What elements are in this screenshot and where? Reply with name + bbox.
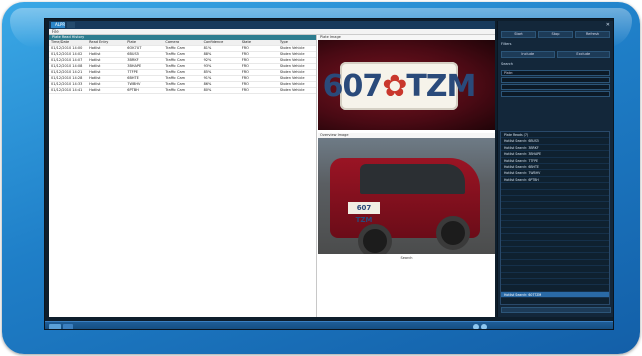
table-cell: 01/12/2010 14:33 <box>49 81 88 88</box>
overview-image: 607 TZM <box>318 138 495 254</box>
menu-item-file[interactable]: File <box>49 29 161 34</box>
table-cell: 01/12/2010 14:08 <box>49 63 88 70</box>
tray-icon[interactable] <box>481 324 487 329</box>
filters-section-label: Filters <box>501 42 512 46</box>
menu-item-4[interactable] <box>384 29 496 34</box>
desktop-screen: ALPR File Plate Read History Time/Date R… <box>44 18 614 330</box>
table-cell: Stolen Vehicle <box>277 87 316 94</box>
search-field-c[interactable] <box>501 91 610 97</box>
sidebar-title <box>498 21 613 29</box>
tab-secondary[interactable] <box>67 22 75 28</box>
start-menu-button[interactable] <box>49 324 61 329</box>
exclude-button[interactable]: Exclude <box>556 51 610 58</box>
car-rear-window <box>360 164 465 194</box>
tab-alpr[interactable]: ALPR <box>51 22 65 28</box>
plate-number: 607✿TZM <box>322 68 477 104</box>
table-cell: 01/12/2010 14:21 <box>49 69 88 76</box>
table-cell: 6PTBH <box>125 87 164 94</box>
table-cell: 01/12/2010 14:28 <box>49 75 88 82</box>
close-icon[interactable]: ✕ <box>606 21 610 29</box>
search-field-a[interactable] <box>501 77 610 83</box>
car-wheel <box>358 224 392 254</box>
table-cell: Traffic Cam <box>163 87 202 94</box>
table-cell: 01/12/2010 14:00 <box>49 45 88 52</box>
plate-emblem-icon: ✿ <box>382 68 407 104</box>
preview-bottom-label: Search <box>400 256 413 260</box>
table-cell: 80% <box>201 87 240 94</box>
car-wheel <box>436 216 470 250</box>
start-button[interactable]: Start <box>501 31 536 38</box>
stop-button[interactable]: Stop <box>538 31 573 38</box>
plate-number-part2: TZM <box>406 68 476 104</box>
refresh-button[interactable]: Refresh <box>575 31 610 38</box>
table-cell: Hotlist <box>87 87 126 94</box>
window-titlebar: ALPR <box>49 21 495 29</box>
plate-number-part1: 607 <box>322 68 384 104</box>
alpr-window: ALPR File Plate Read History Time/Date R… <box>49 21 495 317</box>
sidebar-footer-button[interactable] <box>501 307 611 313</box>
plate-search-field[interactable]: Plate: <box>501 70 610 76</box>
plate-read-table: Time/Date Read Entry Plate Camera Confid… <box>49 40 316 94</box>
menu-item-3[interactable] <box>272 29 384 34</box>
table-cell: 01/12/2010 14:41 <box>49 87 88 94</box>
image-preview-pane: Plate Image 607✿TZM Overview Image 607 T… <box>318 35 495 317</box>
hotlist-result-list: Plate Reads (7) Hotlist Search: 6BUS5 Hotl… <box>500 131 610 305</box>
plate-image: 607✿TZM <box>318 40 495 130</box>
table-cell: FRO <box>239 87 278 94</box>
include-button[interactable]: Include <box>501 51 555 58</box>
table-cell: 01/12/2010 14:02 <box>49 51 88 58</box>
taskbar-app-button[interactable] <box>63 324 73 329</box>
search-section-label: Search <box>501 62 514 66</box>
table-cell: 01/12/2010 14:07 <box>49 57 88 64</box>
filter-button-row: Include Exclude <box>498 49 613 60</box>
search-field-b[interactable] <box>501 84 610 90</box>
list-item[interactable]: Hotlist Search: 607TZM <box>501 291 609 299</box>
control-sidebar: ✕ Start Stop Refresh Filters Include Exc… <box>497 21 613 317</box>
license-plate: 607✿TZM <box>323 62 476 110</box>
table-row[interactable]: 01/12/2010 14:41 Hotlist 6PTBH Traffic Cam 8… <box>49 87 316 94</box>
menu-item-2[interactable] <box>161 29 273 34</box>
plate-read-grid-pane: Plate Read History Time/Date Read Entry … <box>49 35 317 317</box>
car-plate: 607 TZM <box>348 202 380 224</box>
tray-icon[interactable] <box>473 324 479 329</box>
sidebar-button-row: Start Stop Refresh <box>498 29 613 40</box>
taskbar <box>45 321 613 329</box>
